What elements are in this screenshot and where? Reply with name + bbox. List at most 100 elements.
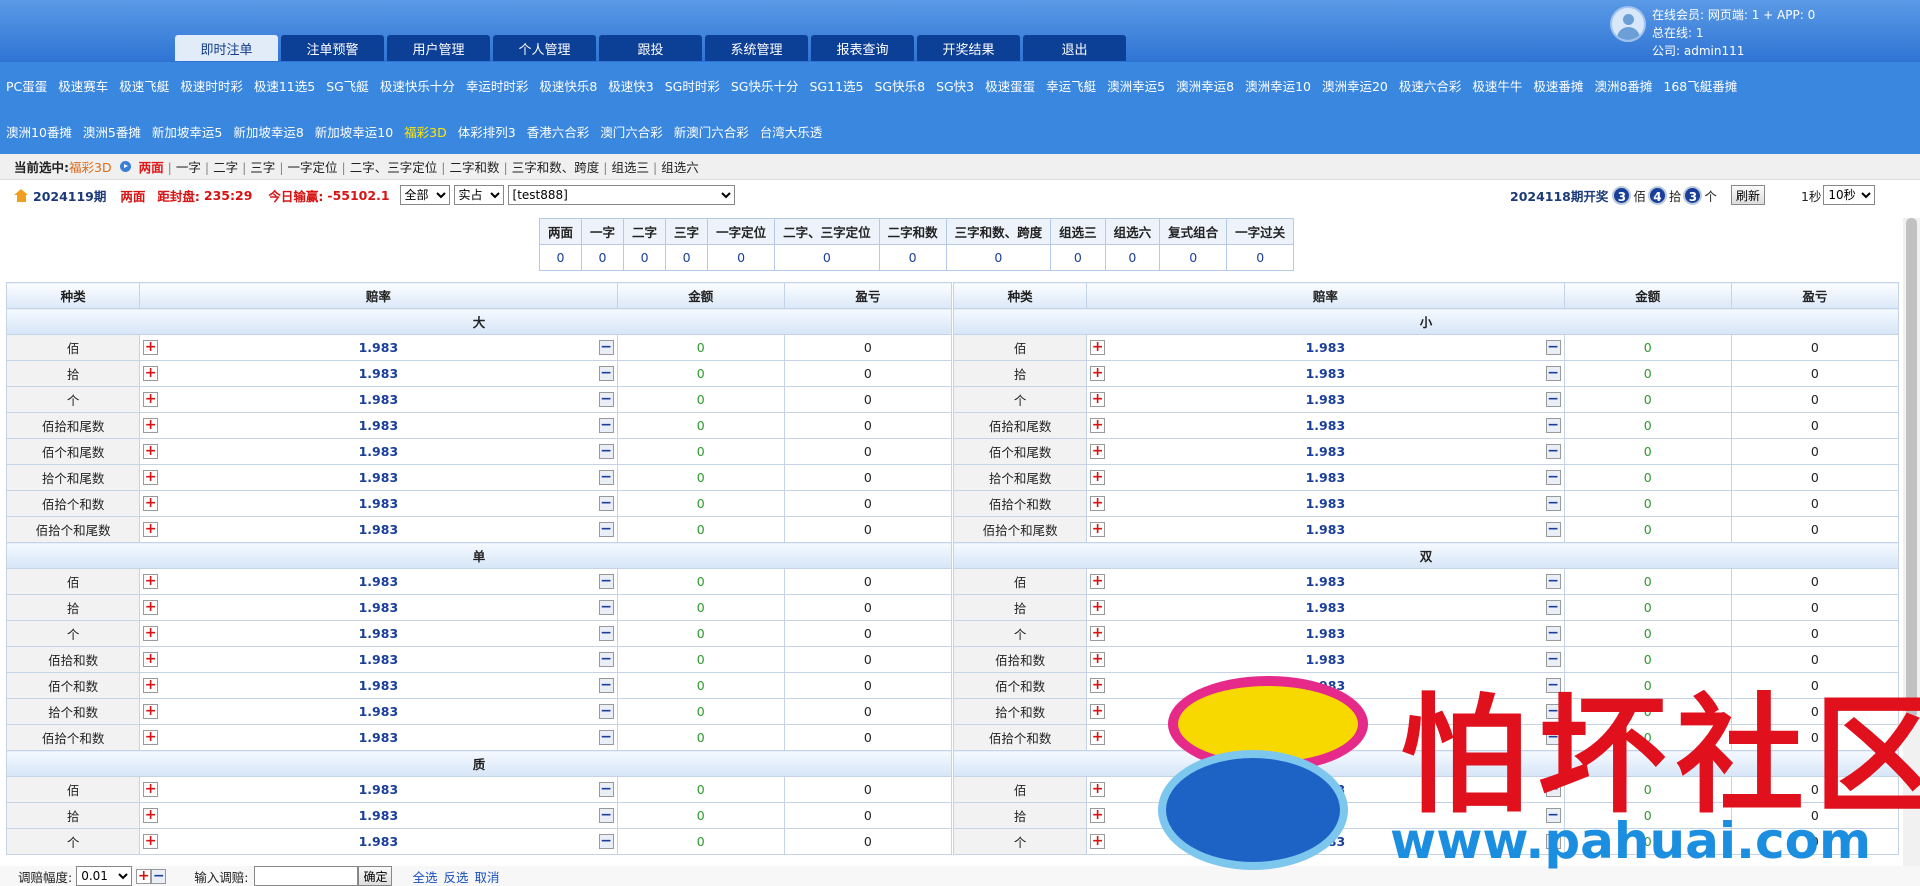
minus-icon[interactable]: − — [1545, 600, 1561, 615]
minus-icon[interactable]: − — [1545, 444, 1561, 459]
footer-link[interactable]: 取消 — [474, 870, 499, 885]
odds-value[interactable]: 1.983 — [1306, 444, 1346, 459]
minus-icon[interactable]: − — [1545, 392, 1561, 407]
minus-icon[interactable]: − — [598, 678, 614, 693]
game-item[interactable]: 澳门六合彩 — [600, 122, 663, 141]
game-item[interactable]: 极速蛋蛋 — [985, 76, 1035, 95]
plus-icon[interactable]: + — [1090, 704, 1106, 719]
odds-value[interactable]: 1.983 — [359, 626, 399, 641]
step-minus-icon[interactable]: − — [151, 868, 167, 884]
odds-value[interactable]: 1.983 — [359, 600, 399, 615]
plus-icon[interactable]: + — [143, 444, 159, 459]
tab-1[interactable]: 注单预警 — [281, 35, 384, 61]
game-item[interactable]: 体彩排列3 — [458, 122, 516, 141]
minus-icon[interactable]: − — [598, 600, 614, 615]
game-item[interactable]: 幸运飞艇 — [1046, 76, 1096, 95]
bet-type-link[interactable]: 一字 — [176, 160, 201, 175]
tab-0[interactable]: 即时注单 — [175, 35, 278, 61]
odds-value[interactable]: 1.983 — [1306, 392, 1346, 407]
game-item[interactable]: 澳洲10番摊 — [6, 122, 72, 141]
odds-value[interactable]: 1.983 — [1306, 834, 1346, 849]
footer-link[interactable]: 反选 — [443, 870, 468, 885]
odds-value[interactable]: 1.983 — [1306, 808, 1346, 823]
game-item[interactable]: SG快3 — [936, 76, 974, 95]
bet-type-link[interactable]: 组选六 — [661, 160, 699, 175]
plus-icon[interactable]: + — [143, 600, 159, 615]
game-item[interactable]: 澳洲8番摊 — [1594, 76, 1652, 95]
odds-value[interactable]: 1.983 — [1306, 600, 1346, 615]
minus-icon[interactable]: − — [1545, 574, 1561, 589]
odds-value[interactable]: 1.983 — [1306, 496, 1346, 511]
minus-icon[interactable]: − — [1545, 626, 1561, 641]
odds-value[interactable]: 1.983 — [359, 392, 399, 407]
minus-icon[interactable]: − — [1545, 704, 1561, 719]
scope-select[interactable]: 全部 — [399, 185, 450, 205]
minus-icon[interactable]: − — [1545, 808, 1561, 823]
bet-type-link[interactable]: 二字和数 — [450, 160, 500, 175]
odds-value[interactable]: 1.983 — [1306, 704, 1346, 719]
confirm-button[interactable]: 确定 — [358, 866, 393, 886]
tab-6[interactable]: 报表查询 — [811, 35, 914, 61]
share-select[interactable]: 实占 — [453, 185, 504, 205]
minus-icon[interactable]: − — [598, 496, 614, 511]
minus-icon[interactable]: − — [598, 418, 614, 433]
plus-icon[interactable]: + — [143, 652, 159, 667]
odds-value[interactable]: 1.983 — [1306, 652, 1346, 667]
odds-value[interactable]: 1.983 — [359, 782, 399, 797]
plus-icon[interactable]: + — [143, 366, 159, 381]
bet-type-link[interactable]: 两面 — [139, 160, 164, 175]
game-item[interactable]: SG时时彩 — [665, 76, 720, 95]
plus-icon[interactable]: + — [1090, 340, 1106, 355]
minus-icon[interactable]: − — [598, 782, 614, 797]
game-item[interactable]: 极速快乐十分 — [380, 76, 455, 95]
minus-icon[interactable]: − — [598, 652, 614, 667]
minus-icon[interactable]: − — [598, 808, 614, 823]
game-item[interactable]: SG快乐8 — [874, 76, 925, 95]
odds-value[interactable]: 1.983 — [1306, 574, 1346, 589]
odds-value[interactable]: 1.983 — [1306, 522, 1346, 537]
odds-value[interactable]: 1.983 — [359, 496, 399, 511]
minus-icon[interactable]: − — [1545, 340, 1561, 355]
step-select[interactable]: 0.01 — [76, 866, 133, 886]
minus-icon[interactable]: − — [1545, 366, 1561, 381]
game-item[interactable]: 福彩3D — [404, 122, 447, 141]
minus-icon[interactable]: − — [598, 392, 614, 407]
game-item[interactable]: 极速六合彩 — [1399, 76, 1462, 95]
odds-value[interactable]: 1.983 — [359, 678, 399, 693]
minus-icon[interactable]: − — [598, 574, 614, 589]
plus-icon[interactable]: + — [1090, 678, 1106, 693]
plus-icon[interactable]: + — [143, 834, 159, 849]
odds-value[interactable]: 1.983 — [1306, 678, 1346, 693]
plus-icon[interactable]: + — [143, 730, 159, 745]
plus-icon[interactable]: + — [1090, 392, 1106, 407]
plus-icon[interactable]: + — [143, 808, 159, 823]
plus-icon[interactable]: + — [1090, 652, 1106, 667]
odds-value[interactable]: 1.983 — [359, 366, 399, 381]
odds-value[interactable]: 1.983 — [359, 574, 399, 589]
bet-type-link[interactable]: 组选三 — [611, 160, 649, 175]
game-item[interactable]: 台湾大乐透 — [760, 122, 823, 141]
bet-type-link[interactable]: 三字 — [250, 160, 275, 175]
game-item[interactable]: 极速番摊 — [1533, 76, 1583, 95]
plus-icon[interactable]: + — [143, 418, 159, 433]
plus-icon[interactable]: + — [143, 496, 159, 511]
bet-type-link[interactable]: 三字和数、跨度 — [512, 160, 600, 175]
odds-value[interactable]: 1.983 — [359, 652, 399, 667]
minus-icon[interactable]: − — [1545, 678, 1561, 693]
odds-value[interactable]: 1.983 — [359, 418, 399, 433]
plus-icon[interactable]: + — [143, 574, 159, 589]
minus-icon[interactable]: − — [1545, 834, 1561, 849]
bet-type-link[interactable]: 二字、三字定位 — [350, 160, 438, 175]
game-item[interactable]: 极速赛车 — [58, 76, 108, 95]
minus-icon[interactable]: − — [1545, 470, 1561, 485]
plus-icon[interactable]: + — [1090, 574, 1106, 589]
odds-value[interactable]: 1.983 — [1306, 470, 1346, 485]
bet-type-link[interactable]: 二字 — [213, 160, 238, 175]
odds-input[interactable] — [254, 866, 359, 886]
minus-icon[interactable]: − — [598, 470, 614, 485]
plus-icon[interactable]: + — [1090, 522, 1106, 537]
odds-value[interactable]: 1.983 — [1306, 782, 1346, 797]
plus-icon[interactable]: + — [143, 470, 159, 485]
game-item[interactable]: 168飞艇番摊 — [1663, 76, 1737, 95]
odds-value[interactable]: 1.983 — [359, 834, 399, 849]
